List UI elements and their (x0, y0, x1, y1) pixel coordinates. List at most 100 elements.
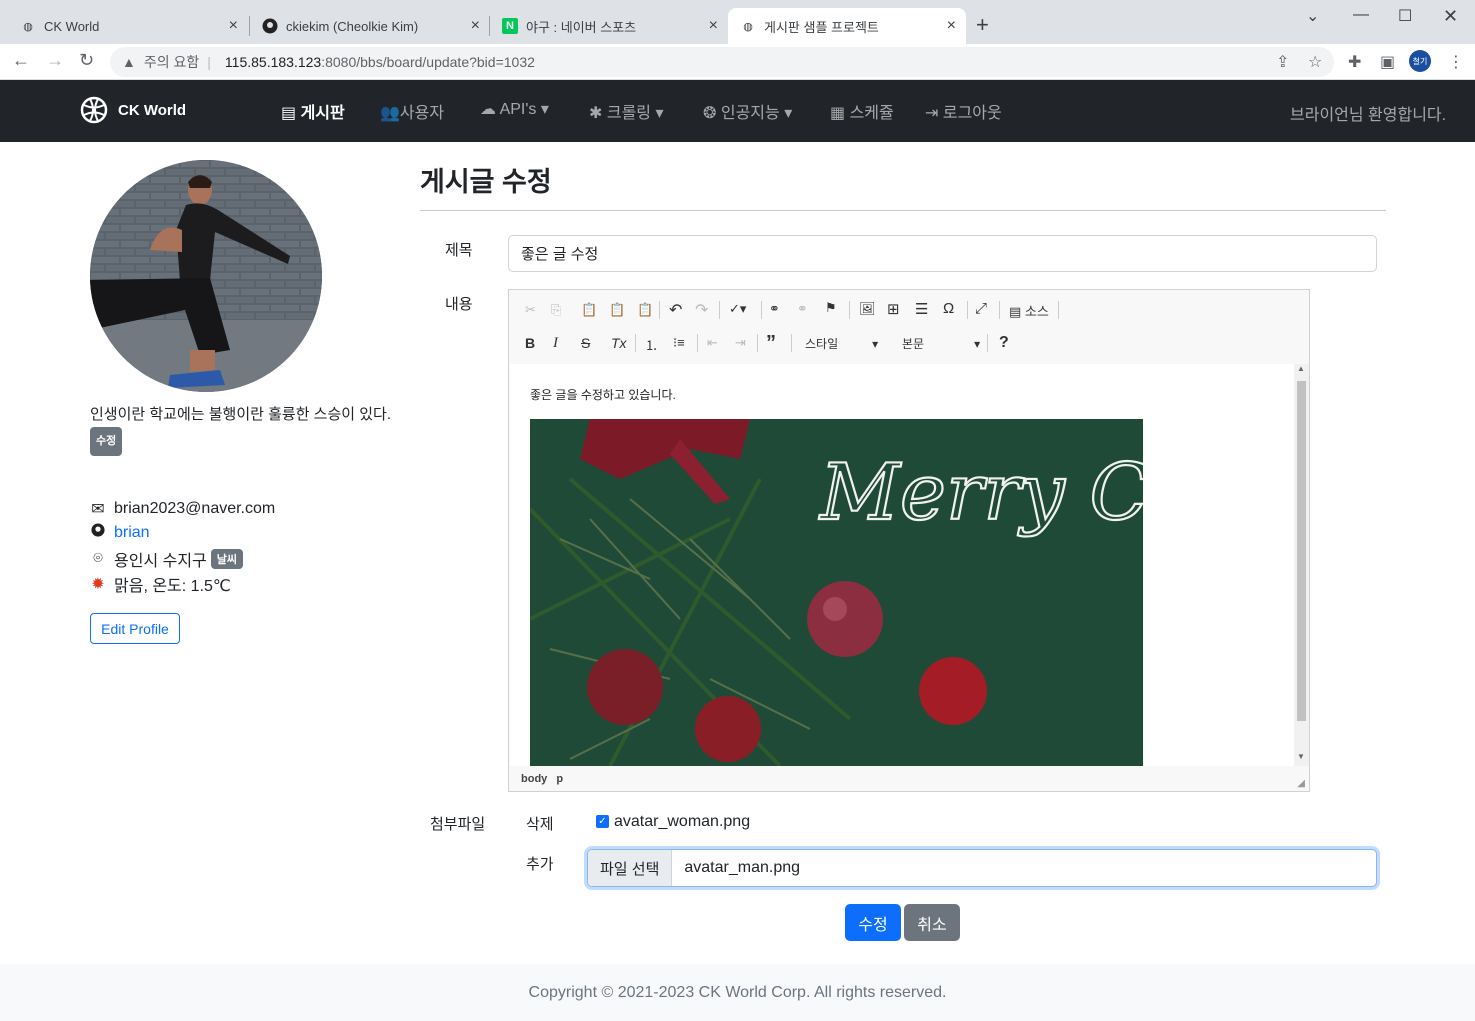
strikethrough-icon[interactable]: S (581, 335, 590, 351)
nav-apis[interactable]: ☁ API's ▾ (480, 99, 549, 119)
toolbar-separator (1058, 301, 1059, 319)
blockquote-icon[interactable]: ” (766, 332, 776, 355)
address-bar[interactable]: ▲ 주의 요함 | 115.85.183.123:8080/bbs/board/… (110, 47, 1334, 77)
christmas-image: Merry Christmas (530, 419, 1143, 766)
browser-tab-ckworld[interactable]: ◍ CK World × (8, 8, 248, 44)
numbered-list-icon[interactable]: ⒈ (645, 335, 658, 354)
title-divider (420, 210, 1386, 211)
back-arrow-icon[interactable]: ← (12, 50, 30, 71)
cancel-button[interactable]: 취소 (904, 904, 960, 941)
copy-icon[interactable]: ⎘ (551, 302, 561, 318)
paste-word-icon[interactable]: 📋 (637, 302, 653, 318)
choose-file-button[interactable]: 파일 선택 (588, 850, 673, 886)
editor-paragraph: 좋은 글을 수정하고 있습니다. (530, 388, 676, 402)
title-input[interactable]: 좋은 글 수정 (508, 235, 1377, 272)
paste-text-icon[interactable]: 📋 (609, 302, 625, 318)
brand-logo[interactable]: CK World (80, 96, 186, 124)
path-p[interactable]: p (556, 773, 563, 785)
editor-content-area[interactable]: 좋은 글을 수정하고 있습니다. Merry Christmas (510, 364, 1294, 766)
nav-crawling[interactable]: ✱ 크롤링 ▾ (589, 99, 664, 123)
tab-title: 야구 : 네이버 스포츠 (526, 19, 637, 35)
github-link[interactable]: brian (114, 524, 150, 542)
welcome-text: 브라이언님 환영합니다. (1290, 107, 1447, 124)
editor-scrollbar[interactable]: ▲ ▼ (1294, 364, 1309, 766)
extensions-puzzle-icon[interactable]: ✚ (1348, 52, 1361, 72)
weather-badge[interactable]: 날씨 (210, 549, 244, 569)
path-body[interactable]: body (521, 773, 547, 785)
resize-handle-icon[interactable]: ◢ (1297, 778, 1305, 789)
italic-icon[interactable]: I (553, 335, 558, 352)
browser-tab-github[interactable]: ckiekim (Cheolkie Kim) × (250, 8, 490, 44)
nav-board[interactable]: ▤ 게시판 (281, 99, 345, 123)
tab-search-icon[interactable]: ⌄ (1306, 6, 1319, 26)
cut-icon[interactable]: ✂ (525, 302, 536, 318)
file-input[interactable]: 파일 선택 avatar_man.png (587, 849, 1377, 887)
browser-profile-avatar[interactable]: 철기 (1409, 50, 1431, 72)
sun-icon: ✹ (91, 576, 105, 593)
close-tab-icon[interactable]: × (947, 17, 956, 35)
scroll-up-arrow-icon[interactable]: ▲ (1297, 364, 1305, 373)
redo-icon[interactable]: ↷ (695, 300, 708, 320)
style-select[interactable]: 스타일 ▾ (805, 335, 878, 352)
logout-icon: ⇥ (925, 105, 943, 122)
remove-format-icon[interactable]: Tx (611, 335, 627, 351)
naver-favicon-icon: N (502, 18, 518, 34)
spellcheck-icon[interactable]: ✓▾ (729, 301, 746, 317)
share-icon[interactable]: ⇪ (1276, 52, 1289, 72)
rich-text-editor: ✂ ⎘ 📋 📋 📋 ↶ ↷ ✓▾ ⚭ ⚭ ⚑ 🖼 ⊞ ☰ Ω ⤢ ▤ 소스 B … (508, 289, 1310, 792)
bulleted-list-icon[interactable]: ⁝≡ (673, 335, 685, 351)
paste-icon[interactable]: 📋 (581, 302, 597, 318)
forward-arrow-icon[interactable]: → (46, 50, 64, 71)
horizontal-line-icon[interactable]: ☰ (915, 300, 928, 318)
nav-schedule[interactable]: ▦ 스케쥴 (830, 99, 894, 123)
page-title: 게시글 수정 (420, 167, 552, 197)
new-tab-button[interactable]: + (976, 12, 989, 38)
motto-text: 인생이란 학교에는 불행이란 훌륭한 스승이 있다. (90, 406, 392, 423)
spider-icon: ✱ (589, 105, 607, 122)
close-tab-icon[interactable]: × (709, 17, 718, 35)
unlink-icon[interactable]: ⚭ (797, 301, 808, 317)
undo-icon[interactable]: ↶ (669, 300, 682, 320)
maximize-editor-icon[interactable]: ⤢ (975, 300, 987, 317)
nav-logout[interactable]: ⇥ 로그아웃 (925, 99, 1002, 123)
source-button[interactable]: ▤ 소스 (1009, 301, 1049, 320)
profile-github-row: brian (90, 523, 150, 542)
github-icon (90, 523, 106, 542)
bold-icon[interactable]: B (525, 335, 535, 351)
scroll-down-arrow-icon[interactable]: ▼ (1297, 752, 1305, 761)
submit-button[interactable]: 수정 (845, 904, 901, 941)
title-value: 좋은 글 수정 (521, 246, 599, 263)
browser-tab-naver[interactable]: N 야구 : 네이버 스포츠 × (490, 8, 728, 44)
close-window-icon[interactable]: ✕ (1443, 6, 1458, 27)
special-char-omega-icon[interactable]: Ω (943, 300, 954, 317)
url-path: :8080/bbs/board/update?bid=1032 (321, 54, 535, 70)
profile-motto: 인생이란 학교에는 불행이란 훌륭한 스승이 있다. 수정 (90, 402, 400, 456)
nav-ai[interactable]: ❂ 인공지능 ▾ (703, 99, 792, 123)
separator: | (207, 54, 211, 70)
close-tab-icon[interactable]: × (229, 17, 238, 35)
toolbar-separator (757, 334, 758, 352)
image-icon[interactable]: 🖼 (859, 301, 876, 317)
delete-file-checkbox[interactable]: ✓ (596, 815, 609, 828)
outdent-icon[interactable]: ⇤ (707, 335, 718, 351)
minimize-icon[interactable]: — (1353, 6, 1369, 24)
link-icon[interactable]: ⚭ (769, 301, 780, 317)
format-select[interactable]: 본문 ▾ (902, 335, 980, 352)
edit-profile-button[interactable]: Edit Profile (90, 613, 180, 644)
reload-icon[interactable]: ↻ (79, 50, 94, 71)
table-icon[interactable]: ⊞ (887, 300, 900, 318)
browser-tab-board[interactable]: ◍ 게시판 샘플 프로젝트 × (728, 8, 966, 44)
indent-icon[interactable]: ⇥ (735, 335, 746, 351)
bookmark-star-icon[interactable]: ☆ (1308, 52, 1322, 72)
anchor-flag-icon[interactable]: ⚑ (825, 300, 837, 316)
motto-edit-badge[interactable]: 수정 (90, 427, 123, 456)
toolbar-separator (849, 301, 850, 319)
side-panel-icon[interactable]: ▣ (1380, 52, 1395, 72)
element-path: body p (521, 773, 563, 785)
scrollbar-thumb[interactable] (1297, 381, 1306, 721)
help-question-icon[interactable]: ? (999, 334, 1009, 352)
nav-users[interactable]: 👥사용자 (380, 99, 444, 123)
maximize-icon[interactable]: ☐ (1398, 6, 1412, 26)
close-tab-icon[interactable]: × (471, 17, 480, 35)
menu-kebab-icon[interactable]: ⋮ (1448, 52, 1464, 72)
